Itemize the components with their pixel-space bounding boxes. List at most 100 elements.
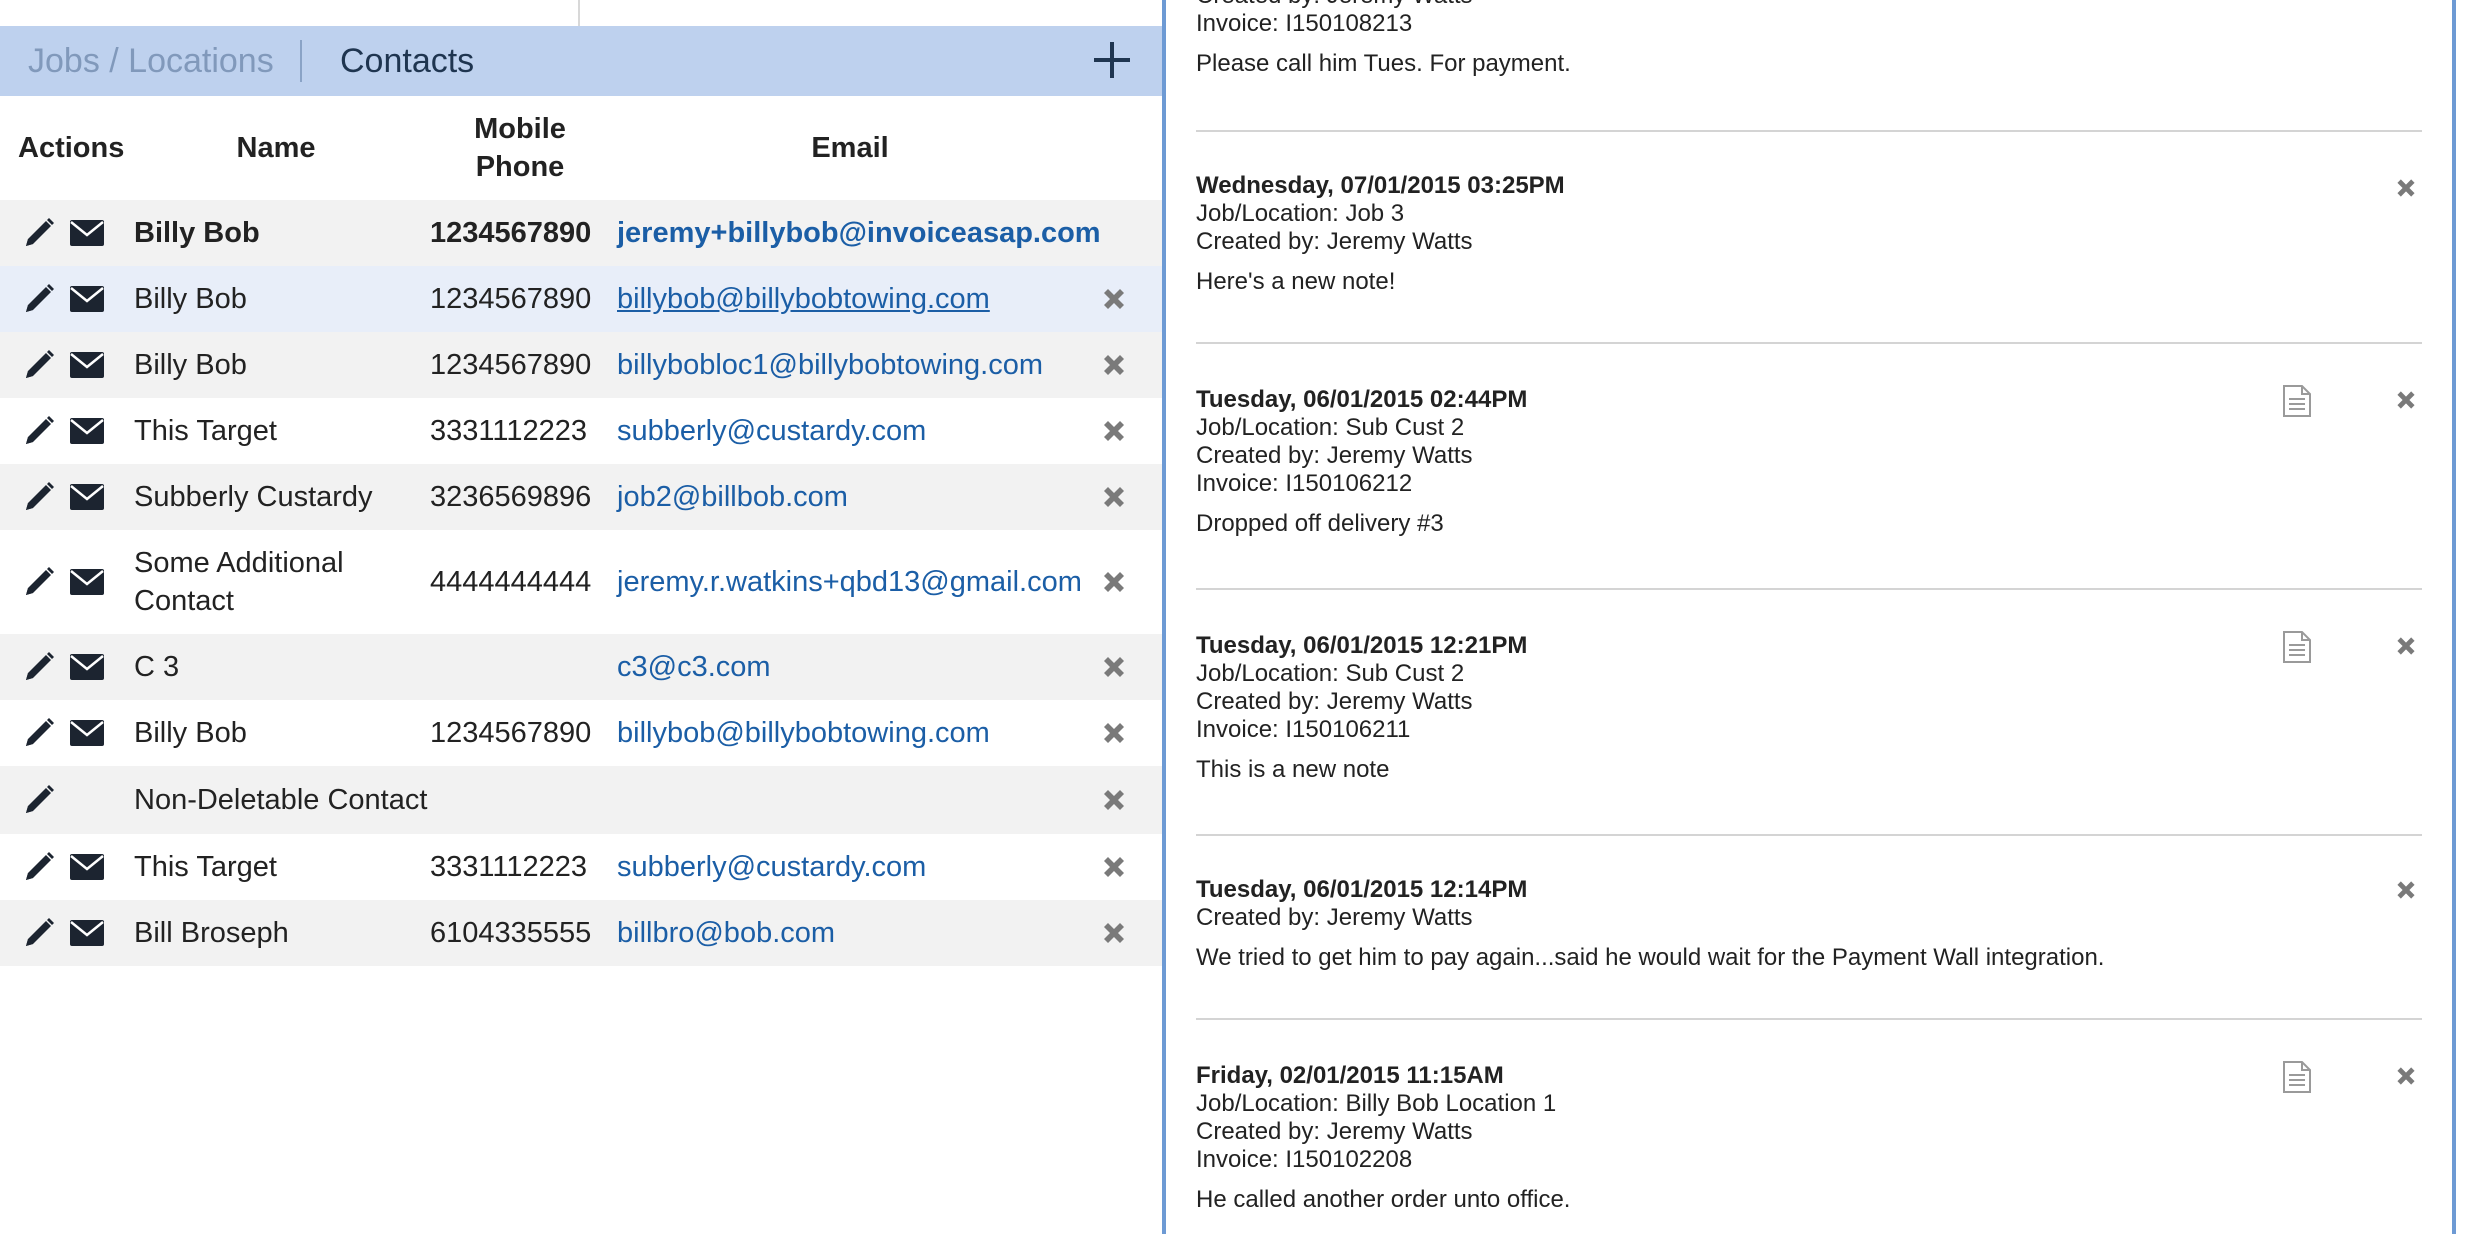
mail-envelope-icon[interactable] (70, 854, 104, 880)
contact-name: Billy Bob (134, 717, 247, 749)
contact-email-link[interactable]: billybob@billybobtowing.com (617, 280, 990, 318)
note-item: Tuesday, 06/01/2015 12:14PM Created by: … (1196, 876, 2422, 972)
contact-email-link[interactable]: billybob@billybobtowing.com (617, 714, 990, 752)
mail-envelope-icon[interactable] (70, 720, 104, 746)
delete-x-icon[interactable] (1100, 786, 1128, 814)
note-item: Tuesday, 06/01/2015 02:44PM Job/Location… (1196, 386, 2422, 538)
edit-pencil-icon[interactable] (22, 565, 56, 599)
edit-pencil-icon[interactable] (22, 783, 56, 817)
delete-note-x-icon[interactable] (2394, 388, 2418, 412)
note-divider (1196, 834, 2422, 836)
delete-note-x-icon[interactable] (2394, 176, 2418, 200)
note-divider (1196, 130, 2422, 132)
delete-note-x-icon[interactable] (2394, 1064, 2418, 1088)
edit-pencil-icon[interactable] (22, 916, 56, 950)
document-icon[interactable] (2282, 1060, 2312, 1094)
mail-envelope-icon[interactable] (70, 484, 104, 510)
table-row: Billy Bob 1234567890 billybob@billybobto… (0, 266, 1162, 332)
note-item: Friday, 02/01/2015 11:15AM Job/Location:… (1196, 1062, 2422, 1214)
contact-email-link[interactable]: billybobloc1@billybobtowing.com (617, 346, 1043, 384)
edit-pencil-icon[interactable] (22, 480, 56, 514)
note-body: He called another order unto office. (1196, 1186, 1571, 1213)
edit-pencil-icon[interactable] (22, 716, 56, 750)
contact-email-link[interactable]: jeremy.r.watkins+qbd13@gmail.com (617, 563, 1082, 601)
header-name: Name (236, 132, 316, 164)
table-row: C 3 c3@c3.com (0, 634, 1162, 700)
table-header: Actions Name Mobile Phone Email (0, 96, 1162, 200)
delete-x-icon[interactable] (1100, 853, 1128, 881)
mail-envelope-icon[interactable] (70, 220, 104, 246)
contact-name: C 3 (134, 651, 180, 683)
header-phone-line2: Phone (475, 151, 565, 183)
contact-email-link[interactable]: jeremy+billybob@invoiceasap.com (617, 214, 1101, 252)
delete-x-icon[interactable] (1100, 919, 1128, 947)
contact-phone: 1234567890 (430, 283, 592, 315)
delete-x-icon[interactable] (1100, 653, 1128, 681)
document-icon[interactable] (2282, 384, 2312, 418)
tab-separator (300, 40, 302, 82)
header-phone-line1: Mobile (474, 113, 566, 145)
contact-email-link[interactable]: job2@billbob.com (617, 478, 848, 516)
contact-name: Some Additional Contact (134, 544, 424, 620)
edit-pencil-icon[interactable] (22, 348, 56, 382)
contact-phone: 4444444444 (430, 566, 592, 598)
contact-phone: 3331112223 (430, 415, 587, 447)
contact-phone: 3236569896 (430, 481, 592, 513)
tab-jobs-locations[interactable]: Jobs / Locations (28, 26, 274, 96)
mail-envelope-icon[interactable] (70, 654, 104, 680)
note-item: Tuesday, 06/01/2015 12:21PM Job/Location… (1196, 632, 2422, 784)
tab-contacts[interactable]: Contacts (340, 26, 474, 96)
note-date: Friday, 02/01/2015 11:15AM (1196, 1062, 1504, 1089)
edit-pencil-icon[interactable] (22, 850, 56, 884)
table-row: Bill Broseph 6104335555 billbro@bob.com (0, 900, 1162, 966)
mail-envelope-icon[interactable] (70, 352, 104, 378)
contact-name: Non-Deletable Contact (134, 784, 428, 816)
note-body: Please call him Tues. For payment. (1196, 50, 1571, 77)
note-created-by: Created by: Jeremy Watts (1196, 688, 1473, 715)
note-job-location: Job/Location: Job 3 (1196, 200, 1405, 227)
mail-envelope-icon[interactable] (70, 418, 104, 444)
note-body: Dropped off delivery #3 (1196, 510, 1444, 537)
notes-panel: Created by: Jeremy Watts Invoice: I15010… (1166, 0, 2452, 1234)
delete-note-x-icon[interactable] (2394, 634, 2418, 658)
note-item: Wednesday, 07/01/2015 03:25PM Job/Locati… (1196, 172, 2422, 296)
mail-envelope-icon[interactable] (70, 286, 104, 312)
table-row: Billy Bob 1234567890 billybob@billybobto… (0, 700, 1162, 766)
edit-pencil-icon[interactable] (22, 650, 56, 684)
note-invoice: Invoice: I150106211 (1196, 716, 1411, 743)
top-divider (578, 0, 580, 26)
edit-pencil-icon[interactable] (22, 282, 56, 316)
contact-email-link[interactable]: subberly@custardy.com (617, 848, 926, 886)
table-row: Billy Bob 1234567890 jeremy+billybob@inv… (0, 200, 1162, 266)
contact-email-link[interactable]: c3@c3.com (617, 648, 771, 686)
add-contact-button[interactable] (1092, 40, 1132, 80)
delete-x-icon[interactable] (1100, 351, 1128, 379)
document-icon[interactable] (2282, 630, 2312, 664)
header-actions: Actions (18, 132, 125, 164)
note-date: Tuesday, 06/01/2015 12:14PM (1196, 876, 1528, 903)
mail-envelope-icon[interactable] (70, 569, 104, 595)
note-date: Tuesday, 06/01/2015 02:44PM (1196, 386, 1528, 413)
note-created-by: Created by: Jeremy Watts (1196, 904, 1473, 931)
contact-phone: 3331112223 (430, 851, 587, 883)
delete-x-icon[interactable] (1100, 285, 1128, 313)
delete-x-icon[interactable] (1100, 417, 1128, 445)
contact-email-link[interactable]: billbro@bob.com (617, 914, 835, 952)
delete-x-icon[interactable] (1100, 568, 1128, 596)
note-divider (1196, 342, 2422, 344)
mail-envelope-icon[interactable] (70, 920, 104, 946)
contact-email-link[interactable]: subberly@custardy.com (617, 412, 926, 450)
tab-bar: Jobs / Locations Contacts (0, 26, 1162, 96)
edit-pencil-icon[interactable] (22, 216, 56, 250)
note-created-by: Created by: Jeremy Watts (1196, 442, 1473, 469)
note-created-by: Created by: Jeremy Watts (1196, 1118, 1473, 1145)
delete-x-icon[interactable] (1100, 483, 1128, 511)
contact-name: Billy Bob (134, 349, 247, 381)
delete-note-x-icon[interactable] (2394, 878, 2418, 902)
contact-name: Bill Broseph (134, 917, 289, 949)
delete-x-icon[interactable] (1100, 719, 1128, 747)
edit-pencil-icon[interactable] (22, 414, 56, 448)
contact-name: This Target (134, 851, 277, 883)
note-job-location: Job/Location: Sub Cust 2 (1196, 414, 1465, 441)
note-job-location: Job/Location: Billy Bob Location 1 (1196, 1090, 1557, 1117)
